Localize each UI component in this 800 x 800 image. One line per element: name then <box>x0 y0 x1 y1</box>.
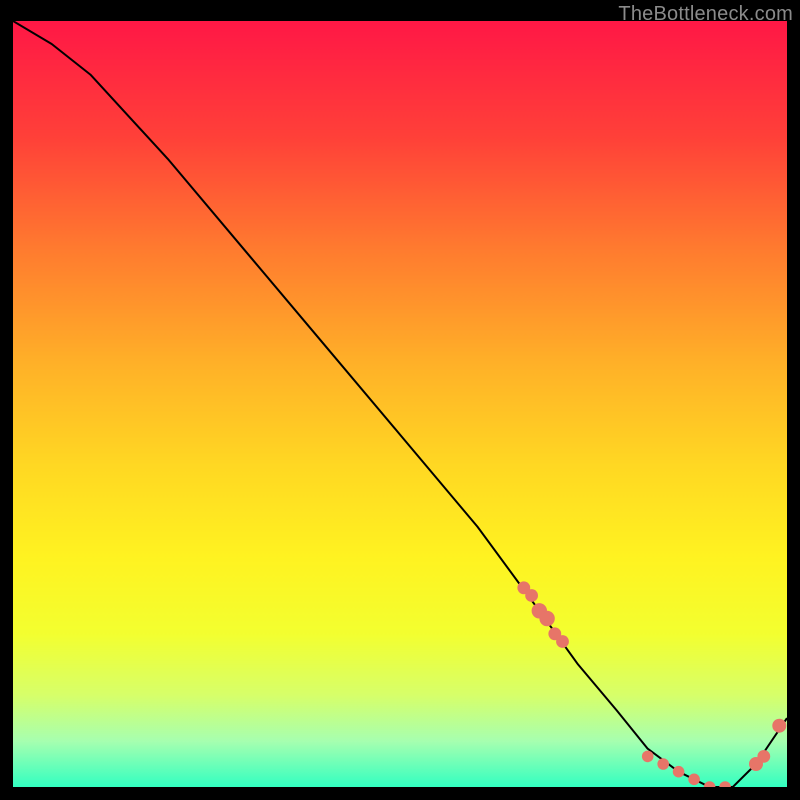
chart-svg <box>13 21 787 787</box>
chart-frame: TheBottleneck.com <box>13 21 787 787</box>
cluster-descent-2 <box>525 589 538 602</box>
cluster-ascent-2 <box>757 750 770 763</box>
valley-2 <box>657 758 669 770</box>
valley-4 <box>688 774 700 786</box>
valley-3 <box>673 766 685 778</box>
cluster-descent-6 <box>556 635 569 648</box>
valley-6 <box>719 781 731 787</box>
cluster-ascent-3 <box>772 719 786 733</box>
valley-5 <box>704 781 716 787</box>
cluster-descent-4 <box>539 611 554 626</box>
bottleneck-curve <box>13 21 787 787</box>
valley-1 <box>642 751 654 763</box>
